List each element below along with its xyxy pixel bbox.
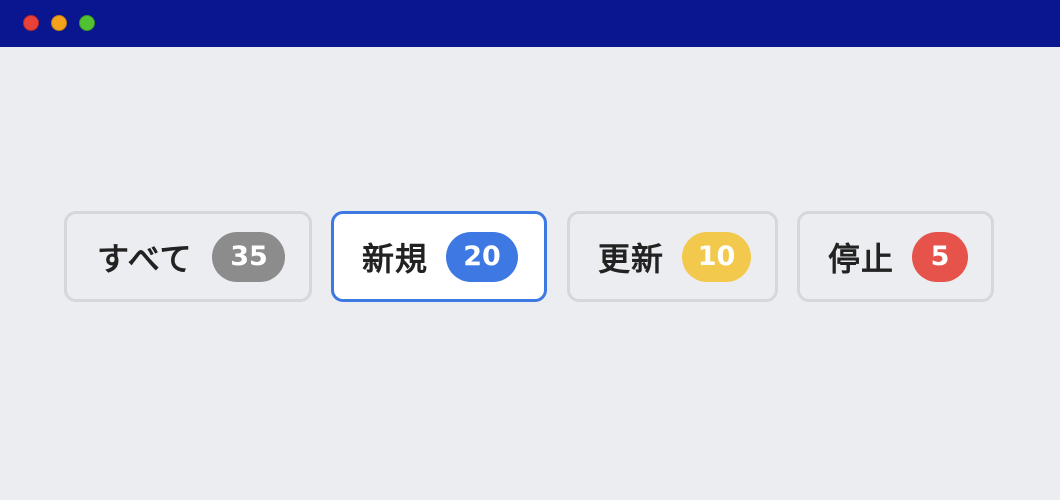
count-badge: 10 (682, 231, 752, 282)
count-badge: 20 (446, 231, 519, 282)
minimize-window-button[interactable] (51, 15, 67, 31)
filter-tab-label: 新規 (362, 239, 429, 278)
filter-tab-label: 停止 (828, 239, 895, 278)
close-window-button[interactable] (23, 15, 39, 31)
filter-tab-stop[interactable]: 停止 5 (797, 211, 994, 302)
window-titlebar (0, 0, 1060, 47)
filter-tab-label: 更新 (598, 239, 665, 278)
filter-tab-new[interactable]: 新規 20 (331, 211, 547, 302)
maximize-window-button[interactable] (79, 15, 95, 31)
filter-tab-all[interactable]: すべて 35 (64, 211, 312, 302)
main-content: すべて 35 新規 20 更新 10 停止 5 (0, 47, 1060, 500)
filter-tab-renew[interactable]: 更新 10 (567, 211, 778, 302)
filter-tab-label: すべて (97, 239, 193, 278)
count-badge: 35 (212, 231, 286, 282)
count-badge: 5 (912, 231, 969, 282)
